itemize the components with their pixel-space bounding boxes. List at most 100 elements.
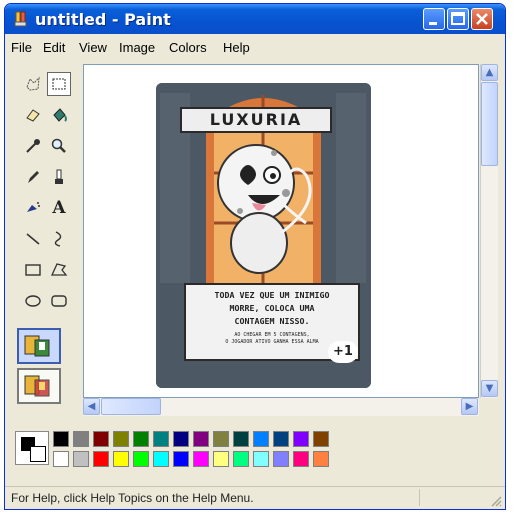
pencil-icon: [28, 171, 39, 183]
status-text: For Help, click Help Topics on the Help …: [11, 491, 254, 505]
palette-color-swatch[interactable]: [93, 431, 109, 447]
minimize-icon: [429, 22, 437, 25]
scroll-left-button[interactable]: ◀: [83, 398, 100, 415]
chevron-right-icon: ▶: [465, 401, 474, 412]
rectangle-tool[interactable]: [21, 258, 45, 282]
chevron-up-icon: ▲: [485, 67, 494, 78]
transparent-shapes-icon: [24, 375, 50, 397]
rounded-rectangle-tool[interactable]: [47, 289, 71, 313]
palette-color-swatch[interactable]: [233, 431, 249, 447]
polygon-tool[interactable]: [47, 258, 71, 282]
select-icon: [52, 78, 66, 90]
palette-color-swatch[interactable]: [253, 431, 269, 447]
toolbox: A: [7, 62, 77, 422]
palette-color-swatch[interactable]: [193, 431, 209, 447]
opaque-shapes-icon: [24, 335, 50, 357]
maximize-icon: [451, 12, 465, 25]
curve-icon: [54, 231, 62, 247]
brush-icon: [55, 169, 63, 184]
minimize-button[interactable]: [423, 8, 445, 30]
horizontal-scrollbar[interactable]: ◀ ▶: [83, 398, 479, 416]
pencil-tool[interactable]: [21, 165, 45, 189]
background-color-swatch: [30, 446, 46, 462]
palette-color-swatch[interactable]: [233, 451, 249, 467]
palette-color-swatch[interactable]: [313, 451, 329, 467]
palette-color-swatch[interactable]: [153, 431, 169, 447]
scroll-down-button[interactable]: ▼: [481, 380, 498, 397]
palette-color-swatch[interactable]: [73, 431, 89, 447]
magnifier-icon: [51, 138, 66, 153]
card-main-line: TODA VEZ QUE UM INIMIGO: [214, 290, 330, 300]
palette-color-swatch[interactable]: [173, 451, 189, 467]
airbrush-tool[interactable]: [21, 196, 45, 220]
rounded-rectangle-icon: [51, 295, 67, 307]
opaque-option[interactable]: [17, 328, 61, 364]
line-tool[interactable]: [21, 227, 45, 251]
chevron-down-icon: ▼: [485, 383, 494, 394]
palette-color-swatch[interactable]: [133, 431, 149, 447]
palette-color-swatch[interactable]: [93, 451, 109, 467]
maximize-button[interactable]: [447, 8, 469, 30]
vertical-scrollbar[interactable]: ▲ ▼: [480, 64, 498, 398]
magnifier-tool[interactable]: [47, 134, 71, 158]
menu-bar: File Edit View Image Colors Help: [5, 36, 505, 58]
transparent-option[interactable]: [17, 368, 61, 404]
palette-color-swatch[interactable]: [253, 451, 269, 467]
scroll-right-button[interactable]: ▶: [461, 398, 478, 415]
drawing-canvas[interactable]: LUXURIA TODA VEZ QUE UM INIMIGO MORRE, C…: [83, 64, 479, 398]
palette-color-swatch[interactable]: [133, 451, 149, 467]
text-tool[interactable]: A: [47, 196, 71, 220]
brush-tool[interactable]: [47, 165, 71, 189]
ellipse-tool[interactable]: [21, 289, 45, 313]
line-icon: [26, 233, 40, 245]
eraser-tool[interactable]: [21, 103, 45, 127]
title-bar[interactable]: untitled - Paint: [5, 4, 505, 34]
menu-view[interactable]: View: [79, 40, 107, 55]
soul-bonus-badge: +1: [328, 341, 358, 363]
palette-color-swatch[interactable]: [113, 451, 129, 467]
select-tool[interactable]: [47, 72, 71, 96]
scroll-up-button[interactable]: ▲: [481, 64, 498, 81]
palette-color-swatch[interactable]: [273, 431, 289, 447]
palette-color-swatch[interactable]: [53, 451, 69, 467]
status-divider: [419, 489, 420, 506]
fill-tool[interactable]: [47, 103, 71, 127]
palette-color-swatch[interactable]: [213, 431, 229, 447]
free-form-select-icon: [26, 76, 40, 91]
palette-color-swatch[interactable]: [53, 431, 69, 447]
ellipse-icon: [25, 295, 41, 307]
curve-tool[interactable]: [47, 227, 71, 251]
palette-color-swatch[interactable]: [293, 431, 309, 447]
polygon-icon: [50, 263, 68, 276]
paint-app-icon: [14, 11, 27, 27]
free-form-select-tool[interactable]: [21, 72, 45, 96]
close-button[interactable]: [471, 8, 493, 30]
chevron-left-icon: ◀: [87, 401, 96, 412]
palette-color-swatch[interactable]: [173, 431, 189, 447]
eyedropper-icon: [26, 139, 40, 153]
color-picker-tool[interactable]: [21, 134, 45, 158]
status-bar: For Help, click Help Topics on the Help …: [5, 486, 505, 509]
palette-color-swatch[interactable]: [193, 451, 209, 467]
palette-color-swatch[interactable]: [73, 451, 89, 467]
current-colors[interactable]: [15, 431, 49, 465]
card-main-line: MORRE, COLOCA UMA: [229, 303, 315, 313]
paint-bucket-icon: [53, 108, 67, 122]
palette-color-swatch[interactable]: [213, 451, 229, 467]
card-sub-line: AO CHEGAR EM 5 CONTAGENS,: [234, 332, 310, 338]
palette-color-swatch[interactable]: [153, 451, 169, 467]
palette-color-swatch[interactable]: [273, 451, 289, 467]
paint-window: untitled - Paint File Edit View Image Co…: [4, 3, 506, 510]
menu-file[interactable]: File: [11, 40, 32, 55]
menu-colors[interactable]: Colors: [169, 40, 207, 55]
resize-grip-icon[interactable]: [490, 495, 502, 507]
card-main-line: CONTAGEM NISSO.: [234, 316, 310, 326]
palette-color-swatch[interactable]: [113, 431, 129, 447]
menu-help[interactable]: Help: [223, 40, 250, 55]
menu-image[interactable]: Image: [119, 40, 155, 55]
vertical-scroll-thumb[interactable]: [481, 82, 498, 166]
menu-edit[interactable]: Edit: [43, 40, 65, 55]
palette-color-swatch[interactable]: [293, 451, 309, 467]
palette-color-swatch[interactable]: [313, 431, 329, 447]
horizontal-scroll-thumb[interactable]: [101, 398, 161, 415]
